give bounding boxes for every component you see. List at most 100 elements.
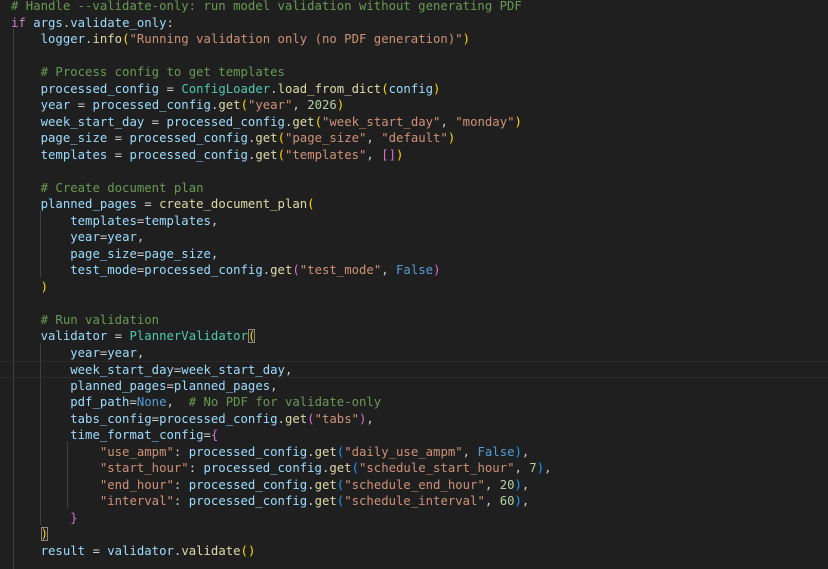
code-line[interactable]: templates = processed_config.get("templa… xyxy=(0,147,828,164)
code-token: # Process config to get templates xyxy=(40,65,285,79)
code-line[interactable]: "interval": processed_config.get("schedu… xyxy=(0,493,828,510)
code-line[interactable]: # Handle --validate-only: run model vali… xyxy=(0,0,828,15)
code-line[interactable]: tabs_config=processed_config.get("tabs")… xyxy=(0,411,828,428)
code-line[interactable]: week_start_day=week_start_day, xyxy=(0,361,828,378)
code-line[interactable]: planned_pages = create_document_plan( xyxy=(0,196,828,213)
code-line[interactable]: pdf_path=None, # No PDF for validate-onl… xyxy=(0,394,828,411)
code-token: page_size xyxy=(70,246,137,261)
code-line[interactable]: # Create document plan xyxy=(0,180,828,197)
code-token: ( xyxy=(277,147,285,162)
code-token: "templates" xyxy=(284,147,367,162)
code-line[interactable]: page_size=page_size, xyxy=(0,246,828,263)
code-token: processed_config xyxy=(92,98,211,112)
code-token: = xyxy=(107,131,130,145)
code-token: "schedule_start_hour" xyxy=(359,461,515,475)
code-line[interactable]: if args.validate_only: xyxy=(0,15,828,32)
code-token: ( xyxy=(247,329,256,343)
code-line[interactable]: logger.info("Running validation only (no… xyxy=(0,31,828,48)
code-line[interactable]: year=year, xyxy=(0,229,828,246)
code-token: : xyxy=(173,444,189,459)
code-line[interactable]: "end_hour": processed_config.get("schedu… xyxy=(0,477,828,494)
code-token: . xyxy=(307,494,315,508)
code-line[interactable]: # Process config to get templates xyxy=(0,64,828,81)
code-token: , xyxy=(136,345,145,360)
code-editor[interactable]: # Handle --validate-only: run model vali… xyxy=(0,0,828,569)
code-token: week_start_day xyxy=(181,363,285,377)
code-token: year xyxy=(70,230,100,244)
code-token: "tabs" xyxy=(314,411,359,426)
code-line[interactable]: time_format_config={ xyxy=(0,427,828,444)
code-line[interactable] xyxy=(0,48,828,65)
code-token: , xyxy=(210,213,219,228)
code-token: page_size xyxy=(40,131,108,145)
code-token: . xyxy=(307,477,315,492)
code-token: 7 xyxy=(529,461,537,475)
code-token: False xyxy=(477,444,515,459)
code-token: 2026 xyxy=(307,98,337,112)
code-token: processed_config xyxy=(144,263,263,277)
code-line[interactable]: ) xyxy=(0,279,828,296)
code-line[interactable]: test_mode=processed_config.get("test_mod… xyxy=(0,262,828,279)
code-token: args xyxy=(33,15,63,30)
code-token: get xyxy=(284,411,308,426)
code-token: ( xyxy=(240,98,248,112)
code-token: : xyxy=(173,477,189,492)
code-token: , xyxy=(136,230,145,244)
code-token: ) xyxy=(396,147,404,162)
code-token: , xyxy=(544,461,552,475)
code-line[interactable]: } xyxy=(0,510,828,527)
code-token: 60 xyxy=(499,494,515,508)
code-line[interactable] xyxy=(0,163,828,180)
code-token: templates xyxy=(70,213,137,228)
code-token: = xyxy=(203,428,211,442)
code-line[interactable]: year=year, xyxy=(0,345,828,362)
code-token: get xyxy=(255,147,278,162)
code-line[interactable] xyxy=(0,295,828,312)
code-token: "week_start_day" xyxy=(322,114,441,129)
code-token: "interval" xyxy=(99,494,174,508)
code-token: , xyxy=(521,494,530,508)
code-line[interactable]: planned_pages=planned_pages, xyxy=(0,378,828,395)
code-token: , xyxy=(166,395,189,409)
code-token: info xyxy=(92,32,123,46)
code-token: = xyxy=(144,114,167,129)
code-line[interactable]: "use_ampm": processed_config.get("daily_… xyxy=(0,444,828,461)
code-token: = xyxy=(129,395,137,409)
code-token: ( xyxy=(292,263,300,277)
code-line[interactable]: validator = PlannerValidator( xyxy=(0,328,828,345)
code-token: templates xyxy=(40,147,108,162)
code-line[interactable]: ) xyxy=(0,526,828,543)
code-token: "page_size" xyxy=(284,131,367,145)
code-token: [] xyxy=(381,147,397,162)
code-line[interactable]: year = processed_config.get("year", 2026… xyxy=(0,97,828,114)
code-token: . xyxy=(277,411,285,426)
code-token: , xyxy=(381,263,397,277)
code-token: get xyxy=(270,263,293,277)
code-line[interactable]: result = validator.validate() xyxy=(0,543,828,560)
code-token: get xyxy=(292,114,315,129)
code-line[interactable]: week_start_day = processed_config.get("w… xyxy=(0,114,828,131)
code-token: } xyxy=(70,510,78,525)
code-line[interactable]: "start_hour": processed_config.get("sche… xyxy=(0,460,828,477)
code-token: processed_config xyxy=(188,494,308,508)
code-line[interactable]: page_size = processed_config.get("page_s… xyxy=(0,130,828,147)
code-line[interactable]: processed_config = ConfigLoader.load_fro… xyxy=(0,81,828,98)
code-line[interactable]: templates=templates, xyxy=(0,213,828,230)
code-line[interactable]: # Run validation xyxy=(0,312,828,329)
code-token: { xyxy=(210,428,219,442)
code-token: ) xyxy=(447,131,456,145)
code-token: processed_config xyxy=(203,461,322,475)
code-token: "Running validation only (no PDF generat… xyxy=(129,32,463,46)
code-token: = xyxy=(159,81,182,96)
code-token: , xyxy=(366,411,374,426)
